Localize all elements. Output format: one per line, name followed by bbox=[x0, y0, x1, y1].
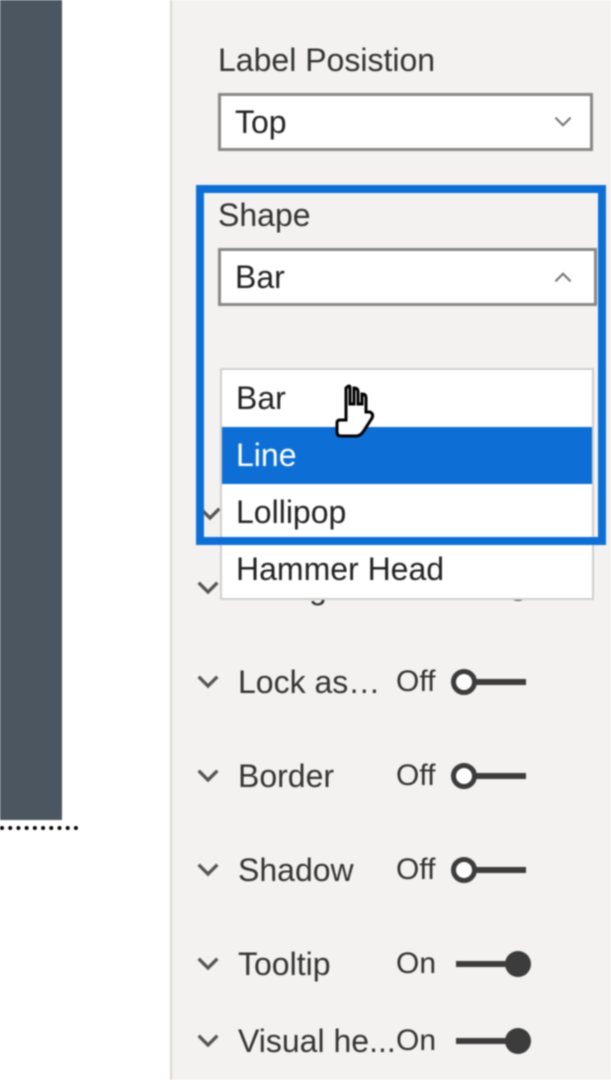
toggle-switch[interactable] bbox=[456, 1027, 526, 1055]
shape-value: Bar bbox=[235, 259, 285, 296]
label-position-section: Label Posistion Top bbox=[172, 42, 611, 151]
formatting-panel: Label Posistion Top Shape Bar Bar Line L… bbox=[170, 0, 611, 1080]
property-row-shadow[interactable]: Shadow Off bbox=[172, 824, 611, 918]
shape-label: Shape bbox=[172, 197, 611, 234]
canvas-preview-edge bbox=[0, 0, 80, 830]
shape-section: Shape Bar bbox=[172, 197, 611, 306]
property-state: On bbox=[396, 947, 444, 981]
property-state: Off bbox=[396, 759, 444, 793]
property-row-tooltip[interactable]: Tooltip On bbox=[172, 918, 611, 1012]
property-state: On bbox=[396, 1024, 444, 1058]
shape-dropdown[interactable]: Bar bbox=[218, 248, 597, 306]
canvas-dotted-edge bbox=[0, 822, 78, 830]
chevron-down-icon bbox=[192, 760, 228, 792]
chevron-down-icon bbox=[550, 109, 576, 135]
shape-option-hammer-head[interactable]: Hammer Head bbox=[222, 541, 592, 598]
toggle-switch[interactable] bbox=[456, 950, 526, 978]
toggle-switch[interactable] bbox=[456, 668, 526, 696]
chevron-down-icon bbox=[192, 948, 228, 980]
property-rows: Backgrou... On Lock aspe... Off Border O… bbox=[172, 542, 611, 1072]
chevron-down-icon bbox=[192, 1025, 228, 1057]
property-label: Shadow bbox=[238, 852, 396, 889]
property-state: Off bbox=[396, 853, 444, 887]
property-label: Tooltip bbox=[238, 946, 396, 983]
toggle-switch[interactable] bbox=[456, 762, 526, 790]
property-row-border[interactable]: Border Off bbox=[172, 730, 611, 824]
toggle-switch[interactable] bbox=[456, 856, 526, 884]
shape-option-lollipop[interactable]: Lollipop bbox=[222, 484, 592, 541]
property-label: Lock aspe... bbox=[238, 664, 396, 701]
label-position-label: Label Posistion bbox=[172, 42, 611, 79]
chevron-down-icon bbox=[192, 666, 228, 698]
property-label: Border bbox=[238, 758, 396, 795]
property-state: Off bbox=[396, 665, 444, 699]
property-label: Visual he... bbox=[238, 1023, 396, 1060]
canvas-visual-strip bbox=[0, 0, 62, 820]
shape-option-bar[interactable]: Bar bbox=[222, 370, 592, 427]
chevron-down-icon bbox=[192, 854, 228, 886]
label-position-dropdown[interactable]: Top bbox=[218, 93, 593, 151]
shape-option-line[interactable]: Line bbox=[222, 427, 592, 484]
property-row-visual-header[interactable]: Visual he... On bbox=[172, 1012, 611, 1072]
chevron-up-icon bbox=[550, 264, 576, 290]
label-position-value: Top bbox=[235, 104, 287, 141]
property-row-lock-aspect[interactable]: Lock aspe... Off bbox=[172, 636, 611, 730]
shape-dropdown-list: Bar Line Lollipop Hammer Head bbox=[220, 368, 594, 600]
